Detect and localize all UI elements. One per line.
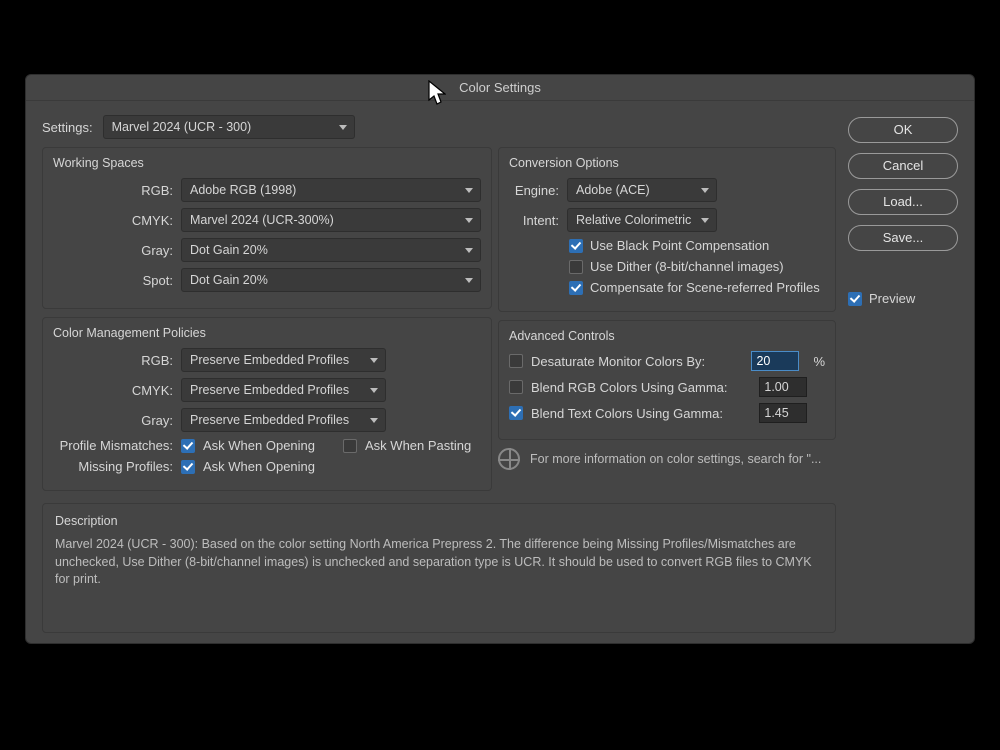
ws-cmyk-dropdown[interactable]: Marvel 2024 (UCR-300%) [181, 208, 481, 232]
color-wheel-icon [498, 448, 520, 470]
ws-spot-value: Dot Gain 20% [190, 273, 268, 287]
ws-gray-label: Gray: [53, 243, 173, 258]
bpc-label: Use Black Point Compensation [590, 238, 769, 253]
blend-text-label: Blend Text Colors Using Gamma: [531, 406, 751, 421]
pol-gray-label: Gray: [53, 413, 173, 428]
settings-value: Marvel 2024 (UCR - 300) [112, 120, 252, 134]
blend-rgb-input[interactable] [759, 377, 807, 397]
intent-value: Relative Colorimetric [576, 213, 691, 227]
ws-rgb-value: Adobe RGB (1998) [190, 183, 296, 197]
desat-label: Desaturate Monitor Colors By: [531, 354, 743, 369]
mismatch-paste-checkbox[interactable] [343, 439, 357, 453]
description-title: Description [55, 514, 823, 528]
settings-label: Settings: [42, 120, 93, 135]
scene-checkbox[interactable] [569, 281, 583, 295]
ws-cmyk-label: CMYK: [53, 213, 173, 228]
mismatch-open-label: Ask When Opening [203, 438, 315, 453]
settings-dropdown[interactable]: Marvel 2024 (UCR - 300) [103, 115, 355, 139]
ok-button[interactable]: OK [848, 117, 958, 143]
desat-checkbox[interactable] [509, 354, 523, 368]
ws-spot-dropdown[interactable]: Dot Gain 20% [181, 268, 481, 292]
blend-text-checkbox[interactable] [509, 406, 523, 420]
preview-label: Preview [869, 291, 915, 306]
policies-title: Color Management Policies [53, 326, 481, 340]
load-button[interactable]: Load... [848, 189, 958, 215]
pol-cmyk-dropdown[interactable]: Preserve Embedded Profiles [181, 378, 386, 402]
bpc-checkbox[interactable] [569, 239, 583, 253]
pol-cmyk-label: CMYK: [53, 383, 173, 398]
missing-open-label: Ask When Opening [203, 459, 315, 474]
advanced-group: Advanced Controls Desaturate Monitor Col… [498, 320, 836, 440]
dialog-title: Color Settings [26, 75, 974, 101]
ws-spot-label: Spot: [53, 273, 173, 288]
intent-label: Intent: [509, 213, 559, 228]
intent-dropdown[interactable]: Relative Colorimetric [567, 208, 717, 232]
ws-rgb-dropdown[interactable]: Adobe RGB (1998) [181, 178, 481, 202]
mismatch-paste-label: Ask When Pasting [365, 438, 471, 453]
missing-profiles-label: Missing Profiles: [53, 459, 173, 474]
ws-cmyk-value: Marvel 2024 (UCR-300%) [190, 213, 334, 227]
dither-checkbox[interactable] [569, 260, 583, 274]
color-settings-dialog: Color Settings Settings: Marvel 2024 (UC… [25, 74, 975, 644]
desat-unit: % [813, 354, 825, 369]
info-text: For more information on color settings, … [530, 452, 821, 466]
working-spaces-group: Working Spaces RGB: Adobe RGB (1998) CMY… [42, 147, 492, 309]
cancel-button[interactable]: Cancel [848, 153, 958, 179]
advanced-title: Advanced Controls [509, 329, 825, 343]
description-group: Description Marvel 2024 (UCR - 300): Bas… [42, 503, 836, 633]
mismatch-open-checkbox[interactable] [181, 439, 195, 453]
desat-input[interactable] [751, 351, 799, 371]
working-spaces-title: Working Spaces [53, 156, 481, 170]
pol-gray-value: Preserve Embedded Profiles [190, 413, 349, 427]
ws-gray-value: Dot Gain 20% [190, 243, 268, 257]
ws-gray-dropdown[interactable]: Dot Gain 20% [181, 238, 481, 262]
pol-rgb-label: RGB: [53, 353, 173, 368]
conversion-title: Conversion Options [509, 156, 825, 170]
pol-gray-dropdown[interactable]: Preserve Embedded Profiles [181, 408, 386, 432]
description-body: Marvel 2024 (UCR - 300): Based on the co… [55, 536, 823, 589]
blend-rgb-checkbox[interactable] [509, 380, 523, 394]
engine-label: Engine: [509, 183, 559, 198]
engine-value: Adobe (ACE) [576, 183, 650, 197]
scene-label: Compensate for Scene-referred Profiles [590, 280, 820, 295]
info-row: For more information on color settings, … [498, 448, 836, 470]
dither-label: Use Dither (8-bit/channel images) [590, 259, 784, 274]
pol-rgb-value: Preserve Embedded Profiles [190, 353, 349, 367]
blend-text-input[interactable] [759, 403, 807, 423]
engine-dropdown[interactable]: Adobe (ACE) [567, 178, 717, 202]
blend-rgb-label: Blend RGB Colors Using Gamma: [531, 380, 751, 395]
conversion-group: Conversion Options Engine: Adobe (ACE) I… [498, 147, 836, 312]
profile-mismatch-label: Profile Mismatches: [53, 438, 173, 453]
preview-checkbox[interactable] [848, 292, 862, 306]
ws-rgb-label: RGB: [53, 183, 173, 198]
save-button[interactable]: Save... [848, 225, 958, 251]
policies-group: Color Management Policies RGB: Preserve … [42, 317, 492, 491]
pol-rgb-dropdown[interactable]: Preserve Embedded Profiles [181, 348, 386, 372]
pol-cmyk-value: Preserve Embedded Profiles [190, 383, 349, 397]
missing-open-checkbox[interactable] [181, 460, 195, 474]
